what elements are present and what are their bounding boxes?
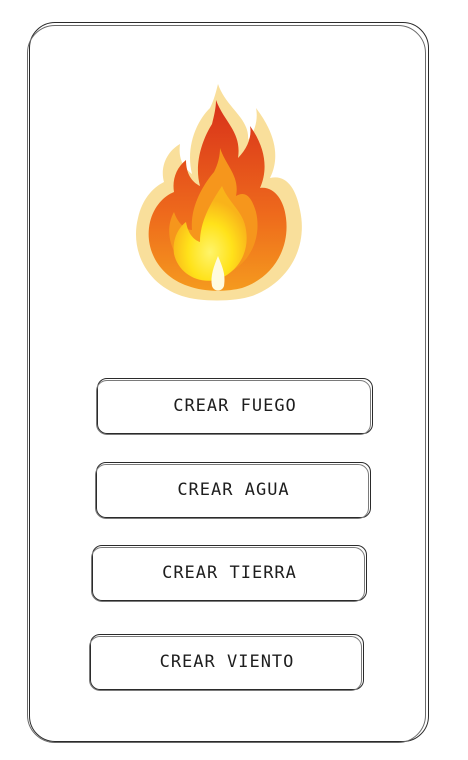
crear-tierra-button[interactable]: CREAR TIERRA (91, 545, 367, 602)
crear-agua-button[interactable]: CREAR AGUA (95, 462, 371, 519)
crear-fuego-label: CREAR FUEGO (173, 396, 297, 416)
crear-fuego-button[interactable]: CREAR FUEGO (96, 378, 373, 435)
crear-viento-button[interactable]: CREAR VIENTO (89, 634, 364, 691)
crear-tierra-label: CREAR TIERRA (162, 563, 297, 583)
crear-viento-label: CREAR VIENTO (159, 652, 295, 672)
crear-agua-label: CREAR AGUA (177, 480, 290, 500)
fire-icon (135, 84, 302, 301)
